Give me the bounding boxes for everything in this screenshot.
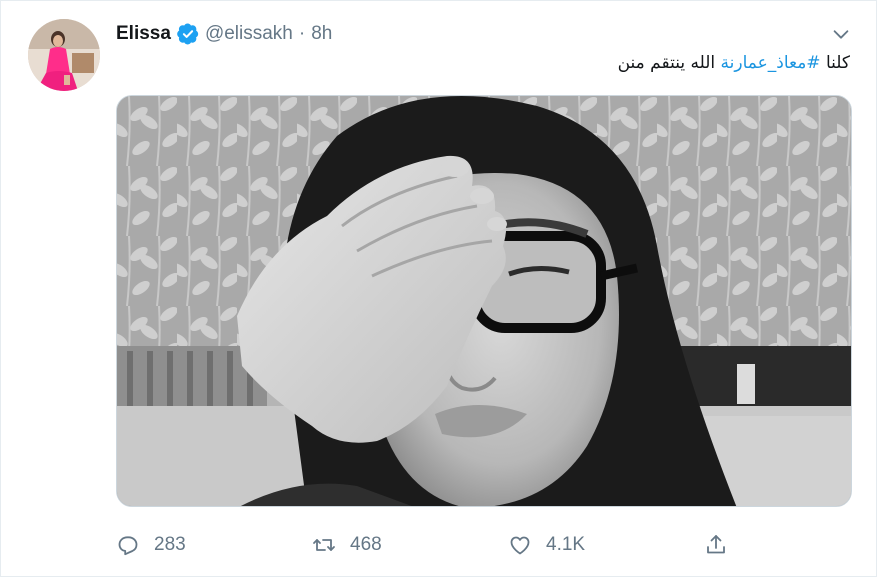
display-name[interactable]: Elissa	[116, 23, 171, 45]
tweet-text-suffix: الله ينتقم منن	[617, 53, 721, 73]
tweet-actions: 283 468 4.1K	[116, 531, 736, 559]
retweet-count: 468	[350, 534, 382, 555]
chevron-down-icon[interactable]	[830, 23, 852, 45]
hashtag-link[interactable]: #معاذ_عمارنة	[721, 53, 821, 73]
tweet-media-image[interactable]	[116, 95, 852, 507]
retweet-icon	[312, 533, 336, 557]
tweet-text: كلنا #معاذ_عمارنة الله ينتقم منن	[618, 53, 850, 73]
avatar[interactable]	[28, 19, 100, 91]
tweet-header: Elissa @elissakh · 8h	[116, 21, 332, 47]
retweet-button[interactable]: 468	[312, 531, 382, 559]
share-button[interactable]	[704, 531, 728, 559]
timestamp[interactable]: 8h	[311, 23, 332, 45]
reply-icon	[116, 533, 140, 557]
share-icon	[704, 533, 728, 557]
tweet-text-prefix: كلنا	[820, 53, 850, 73]
separator-dot: ·	[298, 23, 306, 44]
reply-button[interactable]: 283	[116, 531, 186, 559]
user-handle[interactable]: @elissakh	[205, 23, 293, 45]
like-count: 4.1K	[546, 534, 586, 555]
tweet-card[interactable]: Elissa @elissakh · 8h كلنا #معاذ_عمارنة …	[0, 0, 877, 577]
reply-count: 283	[154, 534, 186, 555]
heart-icon	[508, 533, 532, 557]
verified-badge-icon	[177, 23, 199, 45]
like-button[interactable]: 4.1K	[508, 531, 585, 559]
